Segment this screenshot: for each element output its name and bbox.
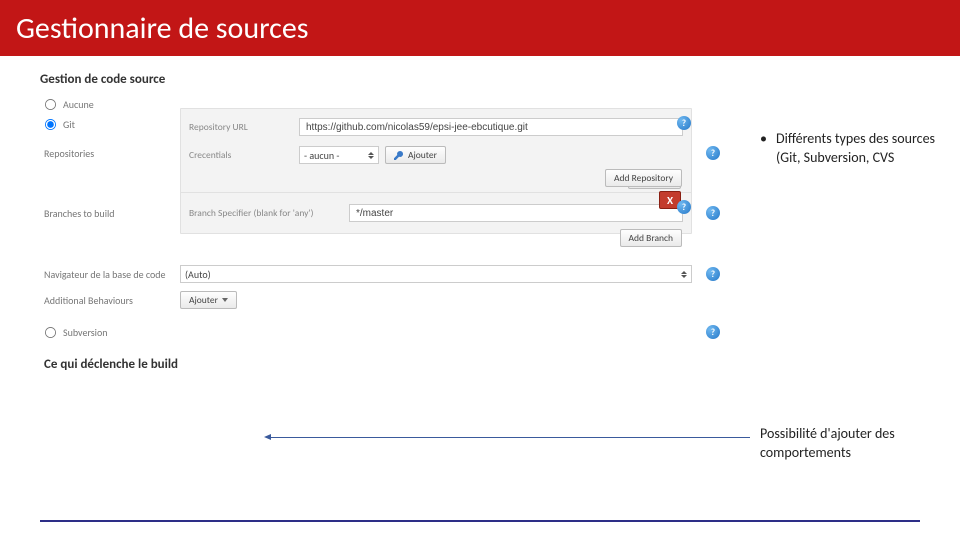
- credentials-label: Crecentials: [189, 149, 299, 161]
- arrow-icon: [270, 437, 750, 438]
- code-navigator-value: (Auto): [185, 268, 211, 281]
- dropdown-caret-icon: [222, 298, 228, 302]
- add-behaviour-label: Ajouter: [189, 294, 218, 306]
- help-icon[interactable]: ?: [706, 325, 720, 339]
- radio-subversion[interactable]: [45, 326, 56, 337]
- radio-git-label: Git: [63, 118, 75, 131]
- repo-url-input[interactable]: [299, 118, 683, 136]
- select-caret-icon: [368, 152, 374, 159]
- footer-divider: [40, 520, 920, 522]
- annotation-types-text: Différents types des sources (Git, Subve…: [760, 130, 945, 168]
- radio-none[interactable]: [45, 98, 56, 109]
- repositories-label: Repositories: [40, 147, 180, 160]
- radio-subversion-label: Subversion: [63, 326, 108, 339]
- next-section-title: Ce qui déclenche le build: [40, 357, 720, 372]
- branch-specifier-label: Branch Specifier (blank for 'any'): [189, 207, 349, 219]
- code-navigator-select[interactable]: (Auto): [180, 265, 692, 283]
- radio-none-label: Aucune: [63, 98, 94, 111]
- help-icon[interactable]: ?: [677, 116, 691, 130]
- help-icon[interactable]: ?: [677, 200, 691, 214]
- add-credentials-label: Ajouter: [408, 149, 437, 161]
- repo-url-label: Repository URL: [189, 121, 299, 133]
- branches-label: Branches to build: [40, 207, 180, 220]
- slide-header: Gestionnaire de sources: [0, 0, 960, 56]
- add-credentials-button[interactable]: Ajouter: [385, 146, 446, 164]
- annotation-types: Différents types des sources (Git, Subve…: [760, 130, 945, 168]
- slide-title: Gestionnaire de sources: [16, 10, 309, 47]
- add-behaviour-button[interactable]: Ajouter: [180, 291, 237, 309]
- branch-specifier-input[interactable]: [349, 204, 683, 222]
- radio-git[interactable]: [45, 118, 56, 129]
- jenkins-config-panel: Gestion de code source Aucune Git Reposi…: [40, 72, 720, 372]
- help-icon[interactable]: ?: [706, 267, 720, 281]
- help-icon[interactable]: ?: [706, 206, 720, 220]
- key-icon: [394, 150, 404, 160]
- additional-behaviours-label: Additional Behaviours: [40, 294, 180, 307]
- add-repository-label: Add Repository: [614, 172, 673, 184]
- annotation-behaviours: Possibilité d'ajouter des comportements: [760, 425, 945, 463]
- help-icon[interactable]: ?: [706, 146, 720, 160]
- credentials-select[interactable]: - aucun -: [299, 146, 379, 164]
- credentials-value: - aucun -: [304, 149, 339, 162]
- add-repository-button[interactable]: Add Repository: [605, 169, 682, 187]
- section-title: Gestion de code source: [40, 72, 720, 87]
- add-branch-button[interactable]: Add Branch: [620, 229, 682, 247]
- select-caret-icon: [681, 271, 687, 278]
- add-branch-label: Add Branch: [629, 232, 673, 244]
- code-navigator-label: Navigateur de la base de code: [40, 268, 180, 281]
